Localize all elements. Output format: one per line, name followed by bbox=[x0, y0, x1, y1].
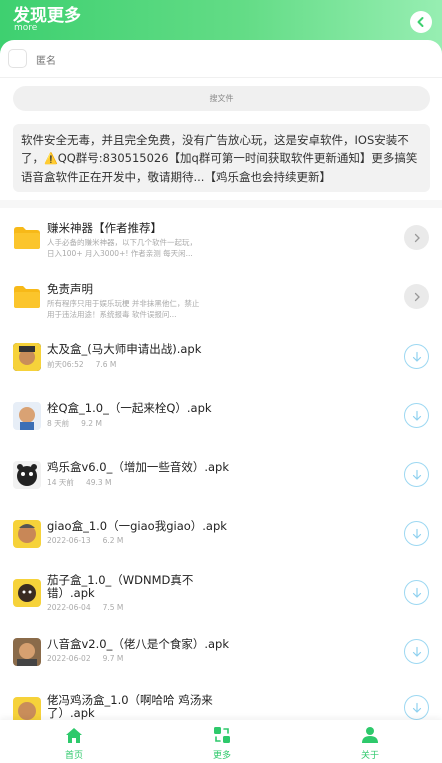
chevron-right-icon bbox=[414, 233, 420, 242]
file-meta: 2022-06-13 6.2 M bbox=[47, 536, 123, 545]
folder-desc-line2: 用于违法用途！系统报毒 软件误报问... bbox=[47, 310, 177, 319]
folder-item[interactable]: 免责声明 所有程序只用于娱乐玩梗 并非抹黑他仁，禁止 用于违法用途！系统报毒 软… bbox=[0, 267, 442, 325]
home-icon bbox=[66, 727, 82, 743]
file-meta: 14 天前 49.3 M bbox=[47, 477, 112, 488]
back-button[interactable] bbox=[410, 11, 432, 33]
folder-name: 免责声明 bbox=[47, 282, 93, 296]
folder-desc-line2: 日入100+ 月入3000+! 作者亲测 每天闲... bbox=[47, 249, 193, 258]
download-icon bbox=[412, 646, 421, 657]
file-meta: 2022-06-02 9.7 M bbox=[47, 654, 123, 663]
folder-desc-line1: 人手必备的赚米神器，以下几个软件一起玩， bbox=[47, 238, 197, 247]
download-icon bbox=[412, 469, 421, 480]
file-avatar bbox=[13, 461, 41, 489]
file-date: 2022-06-02 bbox=[47, 654, 91, 663]
download-icon bbox=[412, 702, 421, 713]
file-name: 太及盒_(马大师申请出战).apk bbox=[47, 342, 202, 356]
file-item[interactable]: 鸡乐盒v6.0_（增加一些音效）.apk 14 天前 49.3 M bbox=[0, 446, 442, 504]
folder-desc-line1: 所有程序只用于娱乐玩梗 并非抹黑他仁，禁止 bbox=[47, 299, 200, 308]
tab-about-label: 关于 bbox=[360, 751, 379, 761]
file-date: 2022-06-13 bbox=[47, 536, 91, 545]
notice-text-after: QQ群号:830515026【加q群可第一时间获取软件更新通知】更多搞笑语音盒软… bbox=[21, 151, 418, 184]
file-date: 8 天前 bbox=[47, 419, 70, 428]
file-size: 9.2 M bbox=[81, 419, 102, 428]
file-size: 6.2 M bbox=[102, 536, 124, 545]
file-meta: 前天06:52 7.6 M bbox=[47, 359, 116, 370]
file-name-line2: 了）.apk bbox=[47, 706, 95, 720]
open-folder-button[interactable] bbox=[404, 225, 429, 250]
file-item[interactable]: 茄子盒_1.0_（WDNMD真不 错）.apk 2022-06-04 7.5 M bbox=[0, 564, 442, 622]
page-subtitle: more bbox=[14, 23, 38, 33]
tab-home[interactable]: 首页 bbox=[44, 725, 104, 761]
download-icon bbox=[412, 587, 421, 598]
file-name: 鸡乐盒v6.0_（增加一些音效）.apk bbox=[47, 460, 230, 474]
file-size: 49.3 M bbox=[85, 478, 112, 487]
open-folder-button[interactable] bbox=[404, 284, 429, 309]
search-file-button[interactable]: 搜文件 bbox=[13, 86, 430, 111]
warning-icon: ⚠️ bbox=[44, 152, 58, 165]
file-meta: 2022-06-04 7.5 M bbox=[47, 603, 123, 612]
content-sheet: 匿名 搜文件 软件安全无毒，并且完全免费，没有广告放心玩，这是安卓软件，IOS安… bbox=[0, 40, 442, 720]
download-icon bbox=[412, 351, 421, 362]
file-date: 2022-06-04 bbox=[47, 603, 91, 612]
download-button[interactable] bbox=[404, 639, 429, 664]
swap-icon bbox=[214, 727, 230, 743]
folder-icon bbox=[14, 286, 40, 308]
tab-home-label: 首页 bbox=[64, 751, 83, 761]
folder-name: 赚米神器【作者推荐】 bbox=[47, 221, 162, 235]
file-avatar bbox=[13, 697, 41, 720]
section-divider bbox=[0, 200, 442, 208]
file-date: 前天06:52 bbox=[47, 360, 84, 369]
folder-icon bbox=[14, 227, 40, 249]
tab-more-label: 更多 bbox=[212, 751, 231, 761]
file-date: 14 天前 bbox=[47, 478, 74, 487]
file-item[interactable]: 栓Q盒_1.0_（一起来栓Q）.apk 8 天前 9.2 M bbox=[0, 387, 442, 445]
file-size: 9.7 M bbox=[102, 654, 124, 663]
file-meta: 8 天前 9.2 M bbox=[47, 418, 102, 429]
bottom-tab-bar: 首页 更多 关于 bbox=[0, 720, 442, 763]
user-icon bbox=[362, 727, 378, 743]
anonymous-row: 匿名 bbox=[0, 40, 442, 78]
folder-item[interactable]: 赚米神器【作者推荐】 人手必备的赚米神器，以下几个软件一起玩， 日入100+ 月… bbox=[0, 208, 442, 266]
file-item[interactable]: 太及盒_(马大师申请出战).apk 前天06:52 7.6 M bbox=[0, 328, 442, 386]
download-button[interactable] bbox=[404, 462, 429, 487]
anonymous-checkbox[interactable] bbox=[8, 49, 27, 68]
download-icon bbox=[412, 410, 421, 421]
download-button[interactable] bbox=[404, 695, 429, 720]
chevron-right-icon bbox=[414, 292, 420, 301]
file-name-line2: 错）.apk bbox=[47, 586, 95, 600]
download-button[interactable] bbox=[404, 521, 429, 546]
file-name: 栓Q盒_1.0_（一起来栓Q）.apk bbox=[47, 401, 212, 415]
file-avatar bbox=[13, 520, 41, 548]
download-button[interactable] bbox=[404, 344, 429, 369]
anonymous-label: 匿名 bbox=[36, 56, 56, 67]
tab-more[interactable]: 更多 bbox=[192, 725, 252, 761]
file-avatar bbox=[13, 638, 41, 666]
file-item[interactable]: 佬冯鸡汤盒_1.0（啊哈哈 鸡汤来 了）.apk bbox=[0, 682, 442, 720]
download-button[interactable] bbox=[404, 403, 429, 428]
file-avatar bbox=[13, 402, 41, 430]
file-item[interactable]: giao盒_1.0（一giao我giao）.apk 2022-06-13 6.2 … bbox=[0, 505, 442, 563]
tab-about[interactable]: 关于 bbox=[340, 725, 400, 761]
file-name: giao盒_1.0（一giao我giao）.apk bbox=[47, 519, 227, 533]
download-icon bbox=[412, 528, 421, 539]
file-avatar bbox=[13, 579, 41, 607]
file-size: 7.6 M bbox=[95, 360, 117, 369]
file-item[interactable]: 八音盒v2.0_（佬八是个食家）.apk 2022-06-02 9.7 M bbox=[0, 623, 442, 681]
file-avatar bbox=[13, 343, 41, 371]
download-button[interactable] bbox=[404, 580, 429, 605]
chevron-left-icon bbox=[417, 17, 424, 27]
notice-box: 软件安全无毒，并且完全免费，没有广告放心玩，这是安卓软件，IOS安装不了，⚠️Q… bbox=[13, 124, 430, 192]
file-size: 7.5 M bbox=[102, 603, 124, 612]
file-name: 八音盒v2.0_（佬八是个食家）.apk bbox=[47, 637, 230, 651]
